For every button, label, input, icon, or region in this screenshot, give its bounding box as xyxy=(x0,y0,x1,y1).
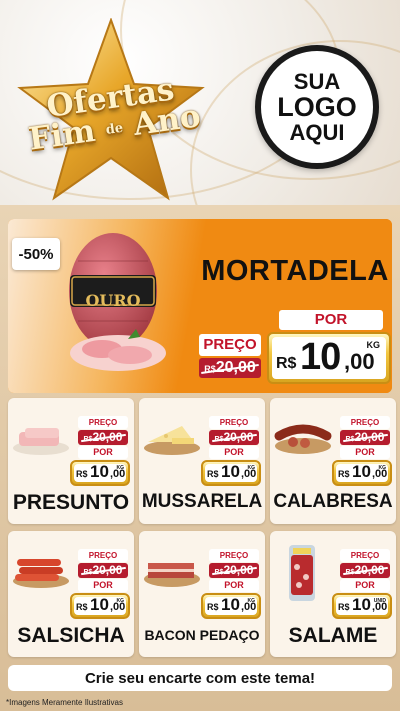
hero-new-price: R$ 10 ,00 KG xyxy=(267,332,391,384)
logo-placeholder[interactable]: SUA LOGO AQUI xyxy=(255,45,379,169)
brand-word-de: de xyxy=(104,120,125,139)
logo-text-2: LOGO xyxy=(277,91,357,122)
product-name: PRESUNTO xyxy=(12,491,130,514)
preco-label: PREÇO xyxy=(78,416,128,429)
hero-preco-label: PREÇO xyxy=(199,334,261,356)
por-label: POR xyxy=(78,579,128,592)
product-name: CALABRESA xyxy=(273,491,393,512)
hero-old-price: R$20,00 xyxy=(199,358,261,378)
por-label: POR xyxy=(340,446,390,459)
preco-label: PREÇO xyxy=(340,549,390,562)
package-brand: OURO xyxy=(85,291,141,310)
product-image xyxy=(289,545,315,601)
old-price: R$20,00 xyxy=(209,430,259,445)
disclaimer-text: *Imagens Meramente Ilustrativas xyxy=(6,698,123,707)
preco-label: PREÇO xyxy=(340,416,390,429)
por-label: POR xyxy=(78,446,128,459)
product-card[interactable]: PREÇO R$20,00 POR R$ 10 ,00 KG BACON PED… xyxy=(139,531,265,657)
product-card[interactable]: PREÇO R$20,00 POR R$ 10 ,00 UNID SALAME xyxy=(270,531,396,657)
preco-label: PREÇO xyxy=(209,549,259,562)
product-card[interactable]: PREÇO R$20,00 POR R$ 10 ,00 KG MUSSARELA xyxy=(139,398,265,524)
old-price: R$20,00 xyxy=(78,563,128,578)
product-image xyxy=(274,424,332,454)
new-price: R$ 10 ,00 KG xyxy=(70,593,130,619)
logo-text-3: AQUI xyxy=(289,120,345,146)
product-image xyxy=(144,563,200,587)
product-image xyxy=(13,428,69,455)
product-name: SALAME xyxy=(288,624,378,647)
product-name: MUSSARELA xyxy=(141,491,263,512)
preco-label: PREÇO xyxy=(78,549,128,562)
new-price: R$ 10 ,00 KG xyxy=(70,460,130,486)
hero-product-name: MORTADELA xyxy=(201,255,389,287)
preco-label: PREÇO xyxy=(209,416,259,429)
logo-text-1: SUA xyxy=(293,68,341,94)
product-name: SALSICHA xyxy=(17,624,125,647)
old-price: R$20,00 xyxy=(340,563,390,578)
product-name: BACON PEDAÇO xyxy=(144,627,260,643)
new-price: R$ 10 ,00 UNID xyxy=(332,593,392,619)
product-card[interactable]: PREÇO R$20,00 POR R$ 10 ,00 KG CALABRESA xyxy=(270,398,396,524)
old-price: R$20,00 xyxy=(209,563,259,578)
hero-por-label: POR xyxy=(279,310,383,330)
new-price: R$ 10 ,00 KG xyxy=(201,460,261,486)
discount-badge: -50% xyxy=(12,238,60,270)
por-label: POR xyxy=(209,579,259,592)
old-price: R$20,00 xyxy=(78,430,128,445)
product-image xyxy=(144,426,200,455)
product-card[interactable]: PREÇO R$20,00 POR R$ 10 ,00 KG PRESUNTO xyxy=(8,398,134,524)
create-flyer-button[interactable]: Crie seu encarte com este tema! xyxy=(8,665,392,691)
por-label: POR xyxy=(209,446,259,459)
new-price: R$ 10 ,00 KG xyxy=(201,593,261,619)
por-label: POR xyxy=(340,579,390,592)
new-price: R$ 10 ,00 KG xyxy=(332,460,392,486)
old-price: R$20,00 xyxy=(340,430,390,445)
header-banner: Ofertas Fim de Ano SUA LOGO AQUI xyxy=(0,0,400,205)
product-card[interactable]: PREÇO R$20,00 POR R$ 10 ,00 KG SALSICHA xyxy=(8,531,134,657)
product-image xyxy=(13,559,69,588)
